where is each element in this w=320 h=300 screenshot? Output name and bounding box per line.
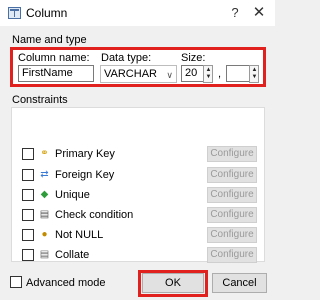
close-button[interactable]: ✕: [250, 4, 268, 22]
spin-up-icon[interactable]: ▲: [205, 67, 212, 74]
help-button[interactable]: ?: [226, 4, 244, 22]
collate-checkbox[interactable]: [22, 249, 34, 261]
unique-configure-button[interactable]: Configure: [207, 187, 257, 203]
advanced-mode-label: Advanced mode: [26, 277, 106, 289]
foreign-key-icon: ⇄: [40, 169, 49, 180]
unique-checkbox[interactable]: [22, 189, 34, 201]
scale-spinner[interactable]: ▲ ▼: [249, 65, 259, 83]
spin-up-icon[interactable]: ▲: [251, 67, 258, 74]
spin-down-icon[interactable]: ▼: [251, 74, 258, 81]
spin-down-icon[interactable]: ▼: [205, 74, 212, 81]
foreign-key-label: Foreign Key: [55, 169, 115, 181]
size-spinner[interactable]: ▲ ▼: [203, 65, 213, 83]
advanced-mode-checkbox[interactable]: [10, 276, 22, 288]
primary-key-label: Primary Key: [55, 148, 115, 160]
primary-key-checkbox[interactable]: [22, 148, 34, 160]
unique-icon: ◆: [40, 189, 49, 200]
window-title: Column: [26, 6, 68, 20]
check-condition-label: Check condition: [55, 209, 134, 221]
data-type-select[interactable]: VARCHAR ∨: [100, 65, 177, 83]
table-column-icon: [8, 7, 21, 19]
size-separator: ,: [218, 68, 222, 80]
size-value: 20: [185, 67, 198, 79]
title-bar: Column ? ✕: [0, 0, 275, 26]
chevron-down-icon: ∨: [166, 70, 173, 80]
check-condition-checkbox[interactable]: [22, 209, 34, 221]
not-null-checkbox[interactable]: [22, 229, 34, 241]
constraint-row-foreign-key: ⇄ Foreign Key Configure: [22, 167, 262, 183]
collate-configure-button[interactable]: Configure: [207, 247, 257, 263]
collate-icon: ▤: [39, 249, 50, 260]
check-condition-configure-button[interactable]: Configure: [207, 207, 257, 223]
column-name-input[interactable]: FirstName: [18, 65, 94, 82]
data-type-label: Data type:: [101, 52, 152, 64]
constraint-row-not-null: ● Not NULL Configure: [22, 227, 262, 243]
constraint-row-check-condition: ▤ Check condition Configure: [22, 207, 262, 223]
constraints-heading: Constraints: [12, 94, 68, 106]
name-and-type-heading: Name and type: [12, 34, 87, 46]
not-null-icon: ●: [41, 229, 48, 240]
data-type-value: VARCHAR: [104, 68, 157, 80]
foreign-key-checkbox[interactable]: [22, 169, 34, 181]
constraint-row-collate: ▤ Collate Configure: [22, 247, 262, 263]
size-label: Size:: [181, 52, 206, 64]
collate-label: Collate: [55, 249, 90, 261]
not-null-configure-button[interactable]: Configure: [207, 227, 257, 243]
primary-key-configure-button[interactable]: Configure: [207, 146, 257, 162]
cancel-button[interactable]: Cancel: [212, 273, 267, 293]
constraint-row-unique: ◆ Unique Configure: [22, 187, 262, 203]
foreign-key-configure-button[interactable]: Configure: [207, 167, 257, 183]
key-icon: ⚭: [40, 148, 49, 159]
constraint-row-primary-key: ⚭ Primary Key Configure: [22, 146, 262, 162]
not-null-label: Not NULL: [55, 229, 104, 241]
unique-label: Unique: [55, 189, 90, 201]
column-name-label: Column name:: [18, 52, 90, 64]
ok-highlight: [138, 270, 208, 297]
check-condition-icon: ▤: [39, 209, 50, 220]
